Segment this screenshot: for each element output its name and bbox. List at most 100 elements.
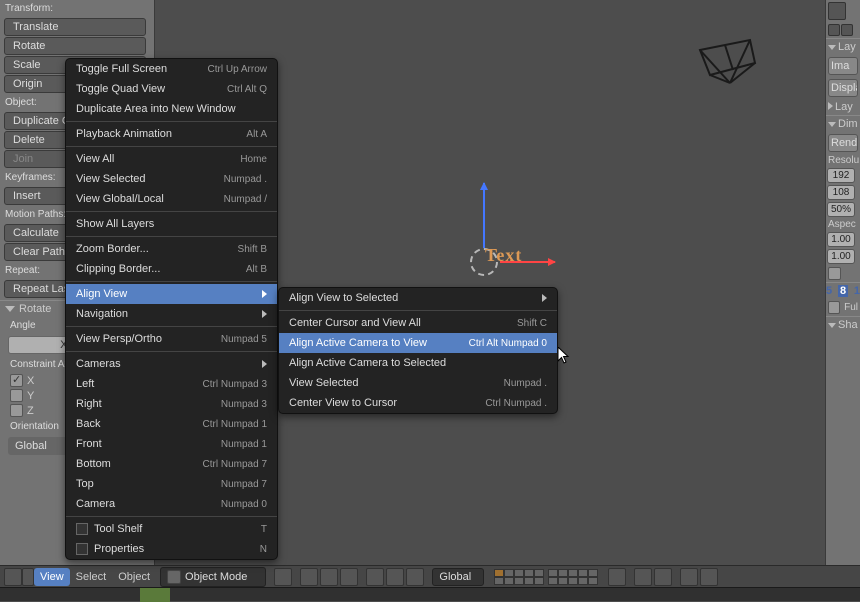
layer-buttons[interactable] — [494, 569, 598, 585]
checkbox-z[interactable] — [10, 404, 23, 417]
submenu-align-view-to-selected[interactable]: Align View to Selected — [279, 288, 557, 308]
view-menu: Toggle Full ScreenCtrl Up Arrow Toggle Q… — [65, 58, 278, 560]
menu-view-back[interactable]: BackCtrl Numpad 1 — [66, 414, 277, 434]
resolution-label: Resolu — [826, 154, 860, 167]
pivot-align-icon[interactable] — [320, 568, 338, 586]
submenu-arrow-icon — [262, 310, 267, 318]
mode-dropdown[interactable]: Object Mode — [160, 567, 266, 587]
submenu-view-selected[interactable]: View SelectedNumpad . — [279, 373, 557, 393]
frame-5[interactable]: 5 — [826, 285, 832, 297]
resolution-pct-input[interactable]: 50% — [827, 202, 855, 217]
timeline[interactable] — [0, 587, 860, 601]
menu-show-all-layers[interactable]: Show All Layers — [66, 214, 277, 234]
rotate-manipulator-icon[interactable] — [386, 568, 404, 586]
menu-collapse-icon[interactable] — [22, 568, 34, 586]
aspect-y-input[interactable]: 1.00 — [827, 249, 855, 264]
menu-separator — [66, 211, 277, 212]
submenu-align-active-camera-to-view[interactable]: Align Active Camera to ViewCtrl Alt Nump… — [279, 333, 557, 353]
menu-view-right[interactable]: RightNumpad 3 — [66, 394, 277, 414]
menu-playback-animation[interactable]: Playback AnimationAlt A — [66, 124, 277, 144]
fullscreen-checkbox[interactable] — [828, 301, 840, 314]
chevron-down-icon — [828, 323, 836, 328]
render-animation-icon[interactable] — [700, 568, 718, 586]
chevron-right-icon — [828, 102, 833, 110]
menu-toggle-quad-view[interactable]: Toggle Quad ViewCtrl Alt Q — [66, 79, 277, 99]
submenu-arrow-icon — [262, 360, 267, 368]
menu-properties[interactable]: PropertiesN — [66, 539, 277, 559]
translate-manipulator-icon[interactable] — [366, 568, 384, 586]
translate-button[interactable]: Translate — [4, 18, 146, 36]
checkbox-y[interactable] — [10, 389, 23, 402]
resolution-y-input[interactable]: 108 — [827, 185, 855, 200]
object-menu-button[interactable]: Object — [112, 568, 156, 586]
viewport-shading-icon[interactable] — [274, 568, 292, 586]
submenu-arrow-icon — [542, 294, 547, 302]
menu-align-view[interactable]: Align View — [66, 284, 277, 304]
menu-separator — [66, 121, 277, 122]
aspect-label: Aspec — [826, 218, 860, 231]
menu-view-top[interactable]: TopNumpad 7 — [66, 474, 277, 494]
viewport-header: View Select Object Object Mode Global — [0, 565, 860, 587]
submenu-center-cursor-view-all[interactable]: Center Cursor and View AllShift C — [279, 313, 557, 333]
render-preview-icon[interactable] — [680, 568, 698, 586]
chevron-down-icon — [828, 122, 836, 127]
menu-persp-ortho[interactable]: View Persp/OrthoNumpad 5 — [66, 329, 277, 349]
menu-view-bottom[interactable]: BottomCtrl Numpad 7 — [66, 454, 277, 474]
align-view-submenu: Align View to Selected Center Cursor and… — [278, 287, 558, 414]
aspect-x-input[interactable]: 1.00 — [827, 232, 855, 247]
border-checkbox[interactable] — [828, 267, 841, 280]
checkbox-icon — [76, 523, 88, 535]
snap-toggle-icon[interactable] — [634, 568, 652, 586]
menu-view-selected[interactable]: View SelectedNumpad . — [66, 169, 277, 189]
object-mode-icon — [167, 570, 181, 584]
menu-separator — [66, 516, 277, 517]
menu-separator — [279, 310, 557, 311]
menu-view-left[interactable]: LeftCtrl Numpad 3 — [66, 374, 277, 394]
menu-cameras[interactable]: Cameras — [66, 354, 277, 374]
editor-type-icon[interactable] — [4, 568, 22, 586]
scale-manipulator-icon[interactable] — [406, 568, 424, 586]
image-button[interactable]: Ima — [828, 57, 858, 75]
properties-panel: Lay Ima Displa Lay Dim Rende Resolu 192 … — [825, 0, 860, 565]
menu-zoom-border[interactable]: Zoom Border...Shift B — [66, 239, 277, 259]
rotate-button[interactable]: Rotate — [4, 37, 146, 55]
context-icon[interactable] — [841, 24, 853, 36]
select-menu-button[interactable]: Select — [70, 568, 113, 586]
operator-title: Rotate — [19, 303, 51, 315]
menu-separator — [66, 351, 277, 352]
menu-toggle-fullscreen[interactable]: Toggle Full ScreenCtrl Up Arrow — [66, 59, 277, 79]
dimensions-label: Dim — [838, 118, 858, 130]
pivot-icon[interactable] — [300, 568, 318, 586]
submenu-center-view-to-cursor[interactable]: Center View to CursorCtrl Numpad . — [279, 393, 557, 413]
checkbox-x[interactable] — [10, 374, 23, 387]
menu-separator — [66, 326, 277, 327]
view-menu-button[interactable]: View — [34, 568, 70, 586]
resolution-x-input[interactable]: 192 — [827, 168, 855, 183]
orientation-dropdown[interactable]: Global — [432, 568, 484, 586]
manipulator-toggle-icon[interactable] — [340, 568, 358, 586]
menu-clipping-border[interactable]: Clipping Border...Alt B — [66, 259, 277, 279]
submenu-arrow-icon — [262, 290, 267, 298]
menu-view-all[interactable]: View AllHome — [66, 149, 277, 169]
snap-type-icon[interactable] — [654, 568, 672, 586]
layers-label: Lay — [838, 41, 856, 53]
menu-navigation[interactable]: Navigation — [66, 304, 277, 324]
menu-view-camera[interactable]: CameraNumpad 0 — [66, 494, 277, 514]
text-object-label: Text — [485, 245, 522, 266]
frame-1[interactable]: 1 — [854, 285, 860, 297]
frame-8[interactable]: 8 — [838, 285, 848, 297]
plus-icon[interactable] — [828, 2, 846, 20]
menu-view-front[interactable]: FrontNumpad 1 — [66, 434, 277, 454]
menu-view-global-local[interactable]: View Global/LocalNumpad / — [66, 189, 277, 209]
menu-duplicate-area[interactable]: Duplicate Area into New Window — [66, 99, 277, 119]
lock-layers-icon[interactable] — [608, 568, 626, 586]
pin-icon[interactable] — [828, 24, 840, 36]
transform-section-label: Transform: — [0, 0, 154, 17]
display-button[interactable]: Displa — [828, 79, 858, 97]
chevron-down-icon — [5, 306, 15, 312]
menu-tool-shelf[interactable]: Tool ShelfT — [66, 519, 277, 539]
menu-separator — [66, 146, 277, 147]
render-preset-button[interactable]: Rende — [828, 134, 858, 152]
submenu-align-active-camera-to-selected[interactable]: Align Active Camera to Selected — [279, 353, 557, 373]
camera-wireframe-icon — [695, 35, 765, 90]
